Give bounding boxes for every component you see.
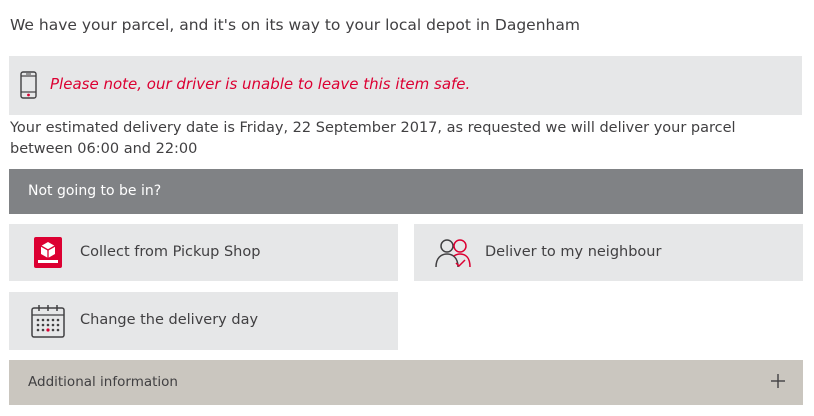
mobile-phone-icon — [20, 71, 37, 99]
additional-information-label: Additional information — [28, 374, 178, 390]
not-going-to-be-in-label: Not going to be in? — [28, 183, 162, 199]
safe-place-notice-text: Please note, our driver is unable to lea… — [50, 75, 471, 93]
change-delivery-day-button[interactable]: Change the delivery day — [9, 292, 398, 350]
estimated-delivery-text: Your estimated delivery date is Friday, … — [10, 120, 736, 157]
not-going-to-be-in-header: Not going to be in? — [9, 169, 803, 214]
neighbour-icon — [435, 239, 471, 268]
plus-icon[interactable] — [770, 373, 786, 389]
status-heading: We have your parcel, and it's on its way… — [10, 16, 580, 34]
collect-from-pickup-shop-button[interactable]: Collect from Pickup Shop — [9, 224, 398, 281]
change-delivery-day-label: Change the delivery day — [80, 312, 259, 328]
pickup-shop-icon — [34, 237, 62, 268]
deliver-to-neighbour-label: Deliver to my neighbour — [485, 244, 662, 260]
additional-information-toggle[interactable]: Additional information — [9, 360, 803, 405]
deliver-to-neighbour-button[interactable]: Deliver to my neighbour — [414, 224, 803, 281]
collect-from-pickup-shop-label: Collect from Pickup Shop — [80, 244, 261, 260]
safe-place-notice: Please note, our driver is unable to lea… — [9, 56, 802, 115]
calendar-icon — [31, 305, 65, 338]
